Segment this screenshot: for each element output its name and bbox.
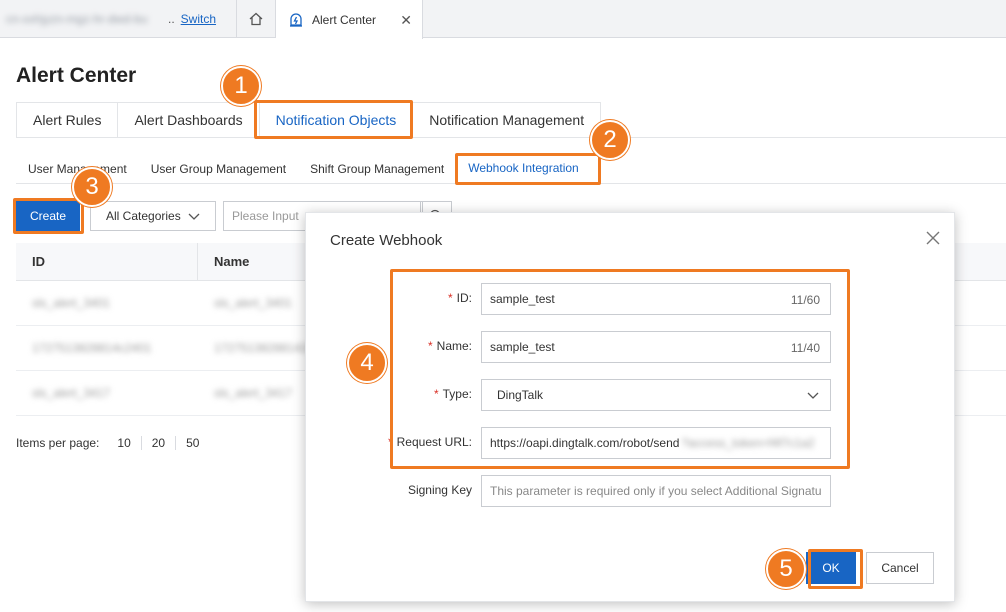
signing-key-row: Signing Key This parameter is required o… (306, 475, 956, 507)
step-2-highlight (455, 153, 601, 185)
step-1-badge: 1 (221, 66, 261, 106)
signing-key-label: Signing Key (407, 483, 472, 497)
signing-key-input[interactable]: This parameter is required only if you s… (481, 475, 831, 507)
step-3-badge: 3 (72, 167, 112, 207)
step-1-highlight (254, 100, 413, 139)
step-3-highlight (13, 198, 84, 234)
close-icon[interactable] (924, 229, 942, 247)
step-2-badge: 2 (590, 120, 630, 160)
step-4-highlight (390, 269, 850, 469)
cancel-button[interactable]: Cancel (866, 552, 934, 584)
step-5-highlight (808, 549, 863, 589)
step-5-badge: 5 (766, 549, 806, 589)
step-4-badge: 4 (347, 343, 387, 383)
dialog-title: Create Webhook (330, 232, 443, 249)
app-window: cn-xxhjyzn-mgz-hr-dwd-bu .. Switch Alert… (0, 0, 1006, 612)
